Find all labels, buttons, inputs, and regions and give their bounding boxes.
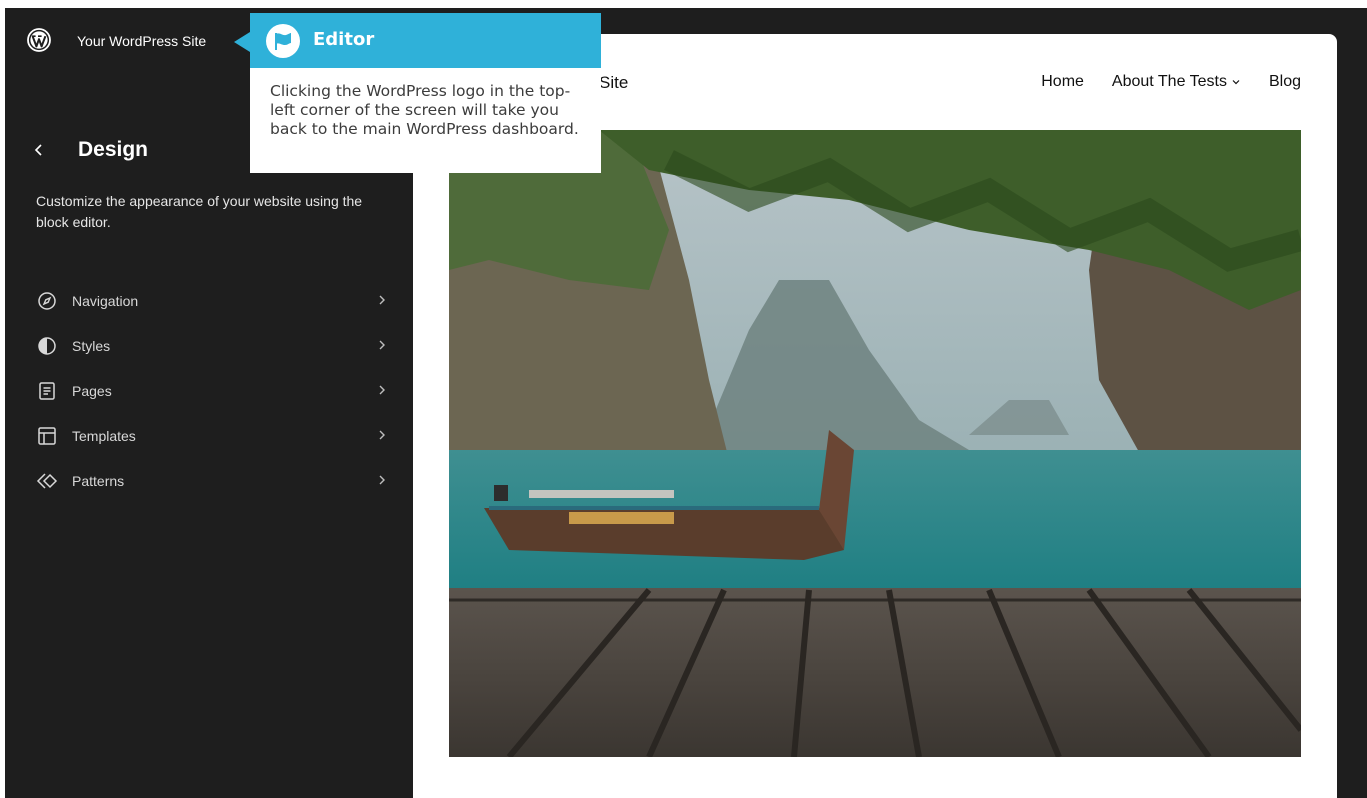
menu-item-label: Styles xyxy=(72,337,111,354)
tour-body: Clicking the WordPress logo in the top-l… xyxy=(250,68,601,173)
menu-item-navigation[interactable]: Navigation xyxy=(30,278,390,323)
pages-icon xyxy=(39,381,55,400)
chevron-right-icon xyxy=(379,340,385,350)
nav-link-about[interactable]: About The Tests xyxy=(1112,73,1241,91)
navigation-icon xyxy=(38,291,56,310)
guided-tour-popover: Editor Clicking the WordPress logo in th… xyxy=(234,13,601,173)
tour-flag-badge xyxy=(266,24,300,58)
nav-link-label: Blog xyxy=(1268,73,1301,90)
nav-link-label: About The Tests xyxy=(1111,73,1227,90)
chevron-right-icon xyxy=(379,295,385,305)
nav-link-blog[interactable]: Blog xyxy=(1269,73,1301,91)
chevron-down-icon xyxy=(1232,80,1240,85)
tour-arrow xyxy=(234,32,250,52)
sidebar-description: Customize the appearance of your website… xyxy=(36,193,363,230)
chevron-right-icon xyxy=(379,430,385,440)
menu-item-templates[interactable]: Templates xyxy=(30,413,390,458)
templates-icon xyxy=(38,426,56,445)
back-button[interactable] xyxy=(31,138,49,162)
menu-item-styles[interactable]: Styles xyxy=(30,323,390,368)
chevron-right-icon xyxy=(379,475,385,485)
nav-link-label: Home xyxy=(1041,73,1084,90)
wordpress-logo-icon[interactable] xyxy=(27,28,51,52)
menu-item-label: Navigation xyxy=(72,292,139,309)
menu-item-label: Templates xyxy=(72,427,136,444)
design-menu: Navigation Styles Pages Templates Patter… xyxy=(30,278,390,503)
chevron-right-icon xyxy=(379,385,385,395)
preview-navigation: Home About The Tests Blog xyxy=(1041,73,1301,91)
sidebar-title: Design xyxy=(78,138,149,161)
menu-item-label: Patterns xyxy=(72,472,125,489)
nav-link-home[interactable]: Home xyxy=(1041,73,1084,91)
tour-title: Editor xyxy=(313,29,375,50)
menu-item-label: Pages xyxy=(72,382,112,399)
styles-icon xyxy=(38,336,56,355)
menu-item-patterns[interactable]: Patterns xyxy=(30,458,390,503)
tour-header: Editor xyxy=(250,13,601,68)
flag-icon xyxy=(275,33,291,50)
chevron-left-icon xyxy=(34,144,42,156)
site-name[interactable]: Your WordPress Site xyxy=(77,33,206,49)
hero-image xyxy=(449,130,1301,757)
preview-site-title: Site xyxy=(599,73,629,92)
menu-item-pages[interactable]: Pages xyxy=(30,368,390,413)
patterns-icon xyxy=(36,472,58,489)
